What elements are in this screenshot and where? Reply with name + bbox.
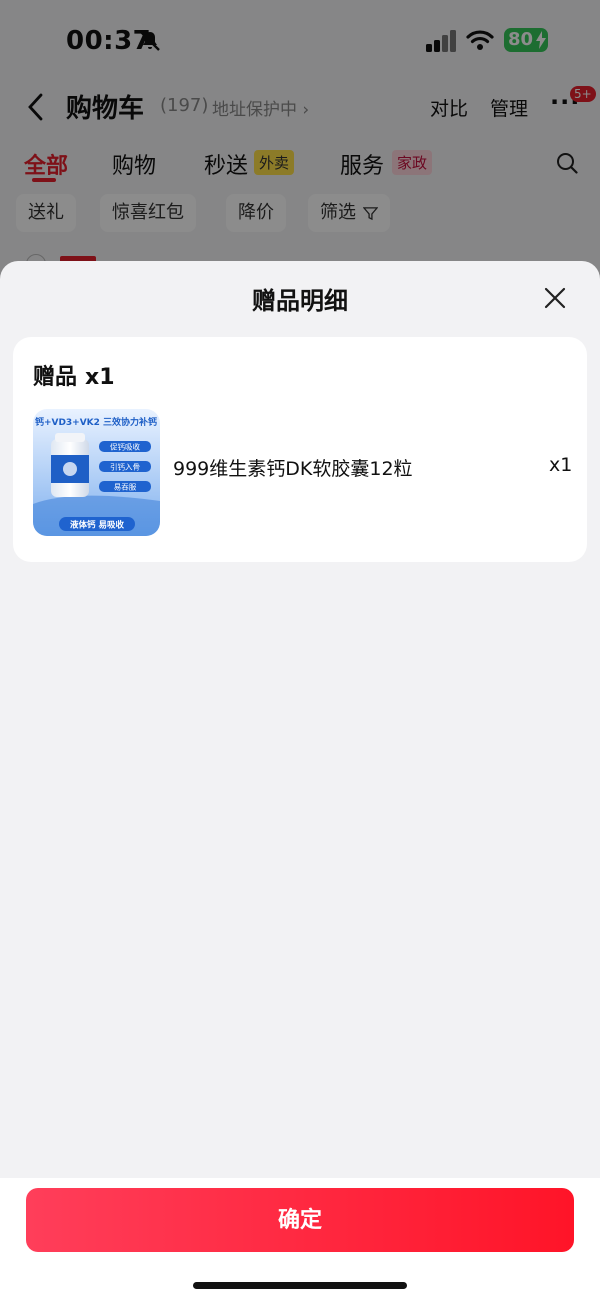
- gift-product-name: 999维生素钙DK软胶囊12粒: [173, 458, 413, 480]
- confirm-button[interactable]: 确定: [26, 1188, 574, 1252]
- thumb-headline: 钙+VD3+VK2 三效协力补钙: [35, 416, 157, 428]
- gift-section-count: x1: [85, 365, 115, 390]
- gift-card: 赠品 x1 钙+VD3+VK2 三效协力补钙 促钙吸收 引钙入骨 易吞服 液体钙…: [13, 337, 587, 562]
- thumb-feature-2: 引钙入骨: [110, 463, 140, 472]
- gift-detail-sheet: 赠品明细 赠品 x1 钙+VD3+VK2 三效协力补钙 促钙吸收 引钙入骨 易吞…: [0, 261, 600, 1300]
- gift-section-title: 赠品 x1: [33, 359, 115, 391]
- thumb-feature-3: 易吞服: [114, 483, 137, 492]
- home-indicator: [193, 1282, 407, 1289]
- product-thumbnail[interactable]: 钙+VD3+VK2 三效协力补钙 促钙吸收 引钙入骨 易吞服 液体钙 易吸收: [33, 409, 160, 536]
- vitamin-calcium-product-image: 钙+VD3+VK2 三效协力补钙 促钙吸收 引钙入骨 易吞服 液体钙 易吸收: [33, 409, 160, 536]
- sheet-title: 赠品明细: [252, 287, 348, 315]
- thumb-feature-1: 促钙吸收: [110, 442, 140, 452]
- gift-product-quantity: x1: [549, 454, 573, 476]
- gift-section-label: 赠品: [33, 365, 78, 390]
- close-icon[interactable]: [542, 285, 568, 311]
- sheet-footer: 确定: [0, 1178, 600, 1300]
- thumb-bottom-text: 液体钙 易吸收: [70, 520, 124, 531]
